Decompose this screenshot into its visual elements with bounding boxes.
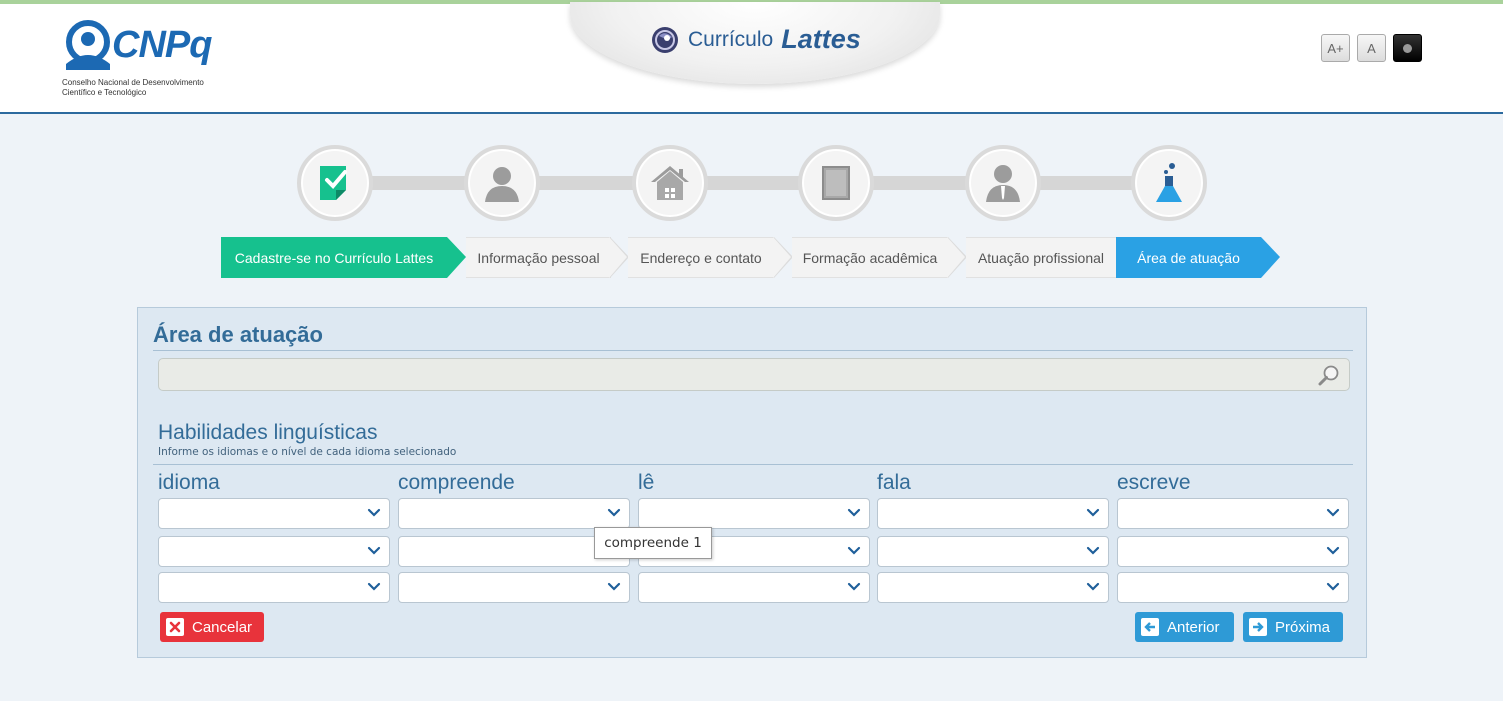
fala-select-row-3[interactable] xyxy=(877,572,1109,603)
panel-divider xyxy=(153,350,1353,351)
breadcrumb-label: Formação acadêmica xyxy=(802,249,938,266)
previous-button-label: Anterior xyxy=(1167,618,1220,636)
chevron-down-icon xyxy=(1086,546,1100,555)
le-select-row-1[interactable] xyxy=(638,498,870,529)
tooltip: compreende 1 xyxy=(594,527,712,559)
escreve-select-row-3[interactable] xyxy=(1117,572,1349,603)
breadcrumb-label: Atuação profissional xyxy=(977,249,1105,266)
chevron-down-icon xyxy=(1326,546,1340,555)
step-5-circle[interactable] xyxy=(965,145,1041,221)
chevron-down-icon xyxy=(847,508,861,517)
breadcrumb-arrow xyxy=(609,237,627,278)
cnpq-brand-text: CNPq xyxy=(112,24,212,66)
normal-font-button[interactable]: A xyxy=(1357,34,1386,62)
professional-icon xyxy=(986,165,1020,202)
chevron-down-icon xyxy=(367,582,381,591)
idioma-select-row-2[interactable] xyxy=(158,536,390,567)
column-label-fala: fala xyxy=(877,471,911,494)
breadcrumb-arrow xyxy=(447,237,466,278)
chevron-down-icon xyxy=(367,546,381,555)
cnpq-logo[interactable]: CNPq Conselho Nacional de Desenvolviment… xyxy=(62,18,232,104)
close-icon xyxy=(166,618,184,636)
languages-section-subtitle: Informe os idiomas e o nível de cada idi… xyxy=(158,446,457,458)
next-button-label: Próxima xyxy=(1275,618,1331,636)
chevron-down-icon xyxy=(1086,582,1100,591)
fala-select-row-2[interactable] xyxy=(877,536,1109,567)
escreve-select-row-1[interactable] xyxy=(1117,498,1349,529)
breadcrumb-step-informacao-pessoal[interactable]: Informação pessoal xyxy=(466,237,611,278)
breadcrumb-step-area-atuacao[interactable]: Área de atuação xyxy=(1116,237,1261,278)
previous-button[interactable]: Anterior xyxy=(1135,612,1234,642)
column-label-idioma: idioma xyxy=(158,471,220,494)
chevron-down-icon xyxy=(607,508,621,517)
idioma-select-row-1[interactable] xyxy=(158,498,390,529)
compreende-select-row-1[interactable] xyxy=(398,498,630,529)
column-label-compreende: compreende xyxy=(398,471,515,494)
accessibility-controls: A+ A xyxy=(1321,34,1422,62)
breadcrumb-label: Área de atuação xyxy=(1137,249,1240,266)
chevron-down-icon xyxy=(1326,582,1340,591)
cancel-button[interactable]: Cancelar xyxy=(160,612,264,642)
chevron-down-icon xyxy=(1086,508,1100,517)
lattes-title: Currículo Lattes xyxy=(650,24,861,55)
step-6-circle[interactable] xyxy=(1131,145,1207,221)
flask-icon xyxy=(1156,163,1182,202)
breadcrumb-step-atuacao-profissional[interactable]: Atuação profissional xyxy=(966,237,1116,278)
breadcrumb-arrow xyxy=(1261,237,1280,278)
le-select-row-3[interactable] xyxy=(638,572,870,603)
breadcrumb-arrow xyxy=(947,237,965,278)
breadcrumb-label: Endereço e contato xyxy=(640,249,762,266)
person-icon xyxy=(485,167,519,202)
steps-connector xyxy=(335,176,1175,190)
page-header: CNPq Conselho Nacional de Desenvolviment… xyxy=(0,2,1503,114)
languages-section-title: Habilidades linguísticas xyxy=(158,421,378,444)
arrow-left-icon xyxy=(1141,618,1159,636)
arrow-right-icon xyxy=(1249,618,1267,636)
contrast-icon xyxy=(1403,43,1412,53)
escreve-select-row-2[interactable] xyxy=(1117,536,1349,567)
area-search-field[interactable] xyxy=(158,358,1350,391)
fala-select-row-1[interactable] xyxy=(877,498,1109,529)
cnpq-subtitle: Conselho Nacional de Desenvolvimento Cie… xyxy=(62,78,204,97)
lattes-title-prefix: Currículo xyxy=(688,27,774,51)
column-label-escreve: escreve xyxy=(1117,471,1191,494)
area-atuacao-panel: Área de atuação Habilidades linguísticas… xyxy=(137,307,1367,658)
chevron-down-icon xyxy=(1326,508,1340,517)
cancel-button-label: Cancelar xyxy=(192,618,253,636)
breadcrumb-arrow xyxy=(773,237,791,278)
panel-title: Área de atuação xyxy=(153,322,323,347)
breadcrumb-label: Cadastre-se no Currículo Lattes xyxy=(234,249,434,266)
step-1-circle[interactable] xyxy=(297,145,373,221)
breadcrumb-step-endereco-contato[interactable]: Endereço e contato xyxy=(628,237,774,278)
house-icon xyxy=(651,166,689,200)
column-label-le: lê xyxy=(638,471,655,494)
step-2-circle[interactable] xyxy=(464,145,540,221)
lattes-globe-icon xyxy=(652,26,678,53)
chevron-down-icon xyxy=(367,508,381,517)
breadcrumb-step-formacao-academica[interactable]: Formação acadêmica xyxy=(792,237,948,278)
breadcrumb-label: Informação pessoal xyxy=(477,249,600,266)
step-4-circle[interactable] xyxy=(798,145,874,221)
book-icon xyxy=(822,166,850,200)
lattes-title-main: Lattes xyxy=(781,24,861,54)
chevron-down-icon xyxy=(607,582,621,591)
idioma-select-row-3[interactable] xyxy=(158,572,390,603)
chevron-down-icon xyxy=(847,582,861,591)
breadcrumb-step-cadastre[interactable]: Cadastre-se no Currículo Lattes xyxy=(221,237,447,278)
clipboard-check-icon xyxy=(320,166,347,200)
languages-divider xyxy=(153,464,1353,465)
high-contrast-button[interactable] xyxy=(1393,34,1422,62)
increase-font-button[interactable]: A+ xyxy=(1321,34,1350,62)
next-button[interactable]: Próxima xyxy=(1243,612,1343,642)
chevron-down-icon xyxy=(847,546,861,555)
search-icon[interactable] xyxy=(1317,363,1341,387)
compreende-select-row-3[interactable] xyxy=(398,572,630,603)
cnpq-emblem-icon xyxy=(66,20,110,70)
lattes-logo-tab[interactable]: Currículo Lattes xyxy=(570,2,940,84)
step-3-circle[interactable] xyxy=(632,145,708,221)
